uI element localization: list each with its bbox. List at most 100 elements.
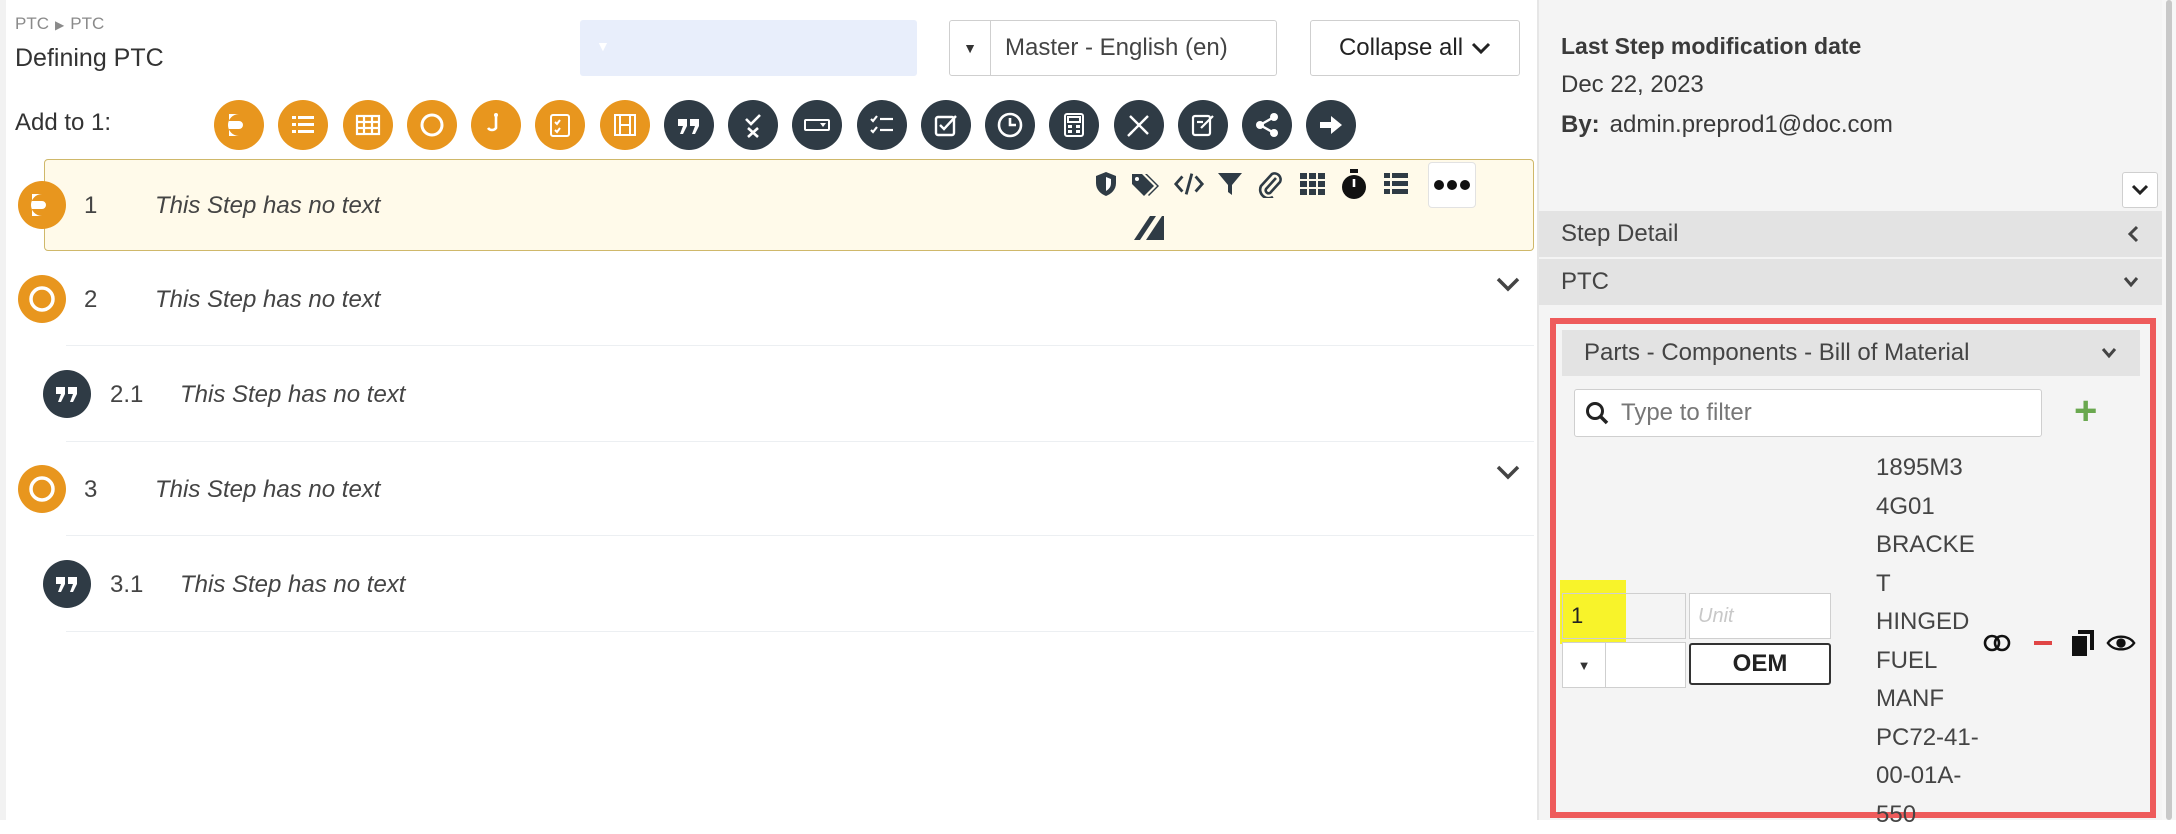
unit-select[interactable]: ▼ (1562, 642, 1686, 688)
step-text[interactable]: This Step has no text (180, 571, 405, 599)
paperclip-icon[interactable] (1254, 168, 1286, 200)
language-value: Master - English (en) (991, 34, 1228, 62)
language-select[interactable]: ▼ Master - English (en) (949, 20, 1277, 76)
row-divider (66, 441, 1534, 442)
table-icon[interactable] (343, 100, 393, 150)
clock-icon[interactable] (985, 100, 1035, 150)
filter-input[interactable] (1619, 398, 2023, 428)
page-title: Defining PTC (15, 44, 164, 73)
share-icon[interactable] (1242, 100, 1292, 150)
by-user: admin.preprod1@doc.com (1610, 111, 1893, 138)
step-text[interactable]: This Step has no text (155, 192, 380, 220)
breadcrumb-item[interactable]: PTC (70, 14, 104, 33)
part-line: FUEL (1876, 642, 1986, 681)
part-line: 1895M3 (1876, 449, 1986, 488)
part-line: 4G01 (1876, 488, 1986, 527)
row-divider (66, 631, 1534, 632)
chevron-down-icon[interactable] (1494, 458, 1522, 486)
parts-section-header[interactable]: Parts - Components - Bill of Material (1562, 330, 2140, 376)
ellipsis-icon (1433, 179, 1471, 191)
part-line: PC72-41- (1876, 719, 1986, 758)
step-text[interactable]: This Step has no text (180, 381, 405, 409)
copy-icon[interactable] (2068, 628, 2098, 658)
circle-step-icon (18, 275, 66, 323)
toggle-visibility-icon[interactable] (1982, 628, 2012, 658)
tags-icon[interactable] (1130, 168, 1162, 200)
chevron-down-icon (2122, 275, 2140, 289)
stopwatch-icon[interactable] (1338, 168, 1370, 200)
grid-icon[interactable] (1296, 168, 1328, 200)
left-edge (0, 0, 6, 820)
quote-step-icon (43, 370, 91, 418)
breadcrumb-item[interactable]: PTC (15, 14, 49, 33)
oem-button[interactable]: OEM (1689, 643, 1831, 685)
modified-by: By: admin.preprod1@doc.com (1561, 111, 1893, 139)
quote-step-icon (43, 560, 91, 608)
hook-icon[interactable] (471, 100, 521, 150)
add-part-button[interactable]: + (2074, 394, 2097, 428)
circle-icon[interactable] (407, 100, 457, 150)
panel-toggle-button[interactable] (2122, 172, 2158, 208)
section-title: PTC (1561, 268, 1609, 296)
code-icon[interactable] (1173, 168, 1205, 200)
edit-note-icon[interactable] (1178, 100, 1228, 150)
oem-label: OEM (1733, 650, 1788, 678)
part-line: T (1876, 565, 1986, 604)
caret-down-icon: ▼ (950, 21, 991, 75)
part-line: BRACKE (1876, 526, 1986, 565)
quantity-input[interactable] (1562, 593, 1686, 639)
filter-icon[interactable] (1214, 168, 1246, 200)
modification-label: Last Step modification date (1561, 33, 1861, 60)
caret-down-icon: ▼ (596, 38, 610, 54)
database-list-icon[interactable] (1380, 168, 1412, 200)
part-line: 550 (1876, 796, 1986, 834)
scrollbar-thumb[interactable] (2166, 0, 2172, 820)
ruler-pencil-icon[interactable] (1114, 100, 1164, 150)
ptc-section[interactable]: PTC (1539, 259, 2162, 305)
collapse-all-button[interactable]: Collapse all (1310, 20, 1520, 76)
step-icon[interactable] (214, 100, 264, 150)
step-number: 3.1 (110, 571, 143, 599)
step-icon (18, 181, 66, 229)
quote-icon[interactable] (664, 100, 714, 150)
check-x-icon[interactable] (728, 100, 778, 150)
circle-step-icon (18, 465, 66, 513)
chevron-left-icon (2126, 224, 2140, 244)
step-detail-section[interactable]: Step Detail (1539, 211, 2162, 257)
slash-tool-icon[interactable] (1130, 212, 1166, 242)
film-icon[interactable] (600, 100, 650, 150)
checklist-lines-icon[interactable] (857, 100, 907, 150)
remove-part-icon[interactable] (2028, 628, 2058, 658)
checkbox-icon[interactable] (921, 100, 971, 150)
modification-date: Dec 22, 2023 (1561, 71, 1704, 99)
list-icon[interactable] (278, 100, 328, 150)
by-label: By: (1561, 111, 1600, 138)
section-title: Parts - Components - Bill of Material (1584, 339, 1969, 367)
part-line: HINGED (1876, 603, 1986, 642)
unit-input[interactable] (1689, 593, 1831, 639)
chevron-down-icon[interactable] (1494, 270, 1522, 298)
step-text[interactable]: This Step has no text (155, 476, 380, 504)
shield-icon[interactable] (1090, 168, 1122, 200)
parts-filter[interactable] (1574, 389, 2042, 437)
calculator-icon[interactable] (1049, 100, 1099, 150)
collapse-all-label: Collapse all (1339, 34, 1463, 62)
part-description: 1895M3 4G01 BRACKE T HINGED FUEL MANF PC… (1876, 449, 1986, 834)
chevron-down-icon (2131, 183, 2149, 197)
chevron-down-icon (1471, 41, 1491, 55)
step-number: 1 (84, 192, 97, 220)
search-icon (1575, 400, 1619, 426)
step-number: 2 (84, 286, 97, 314)
breadcrumb: PTC ▶ PTC (15, 14, 104, 34)
more-options-button[interactable] (1428, 162, 1476, 208)
step-number: 2.1 (110, 381, 143, 409)
eye-icon[interactable] (2106, 628, 2136, 658)
step-text[interactable]: This Step has no text (155, 286, 380, 314)
breadcrumb-separator-icon: ▶ (55, 18, 64, 32)
checklist-icon[interactable] (535, 100, 585, 150)
version-select[interactable]: ▼ (580, 20, 917, 76)
caret-down-icon: ▼ (1563, 643, 1606, 687)
arrow-right-icon[interactable] (1306, 100, 1356, 150)
chevron-down-icon (2100, 346, 2118, 360)
input-field-icon[interactable] (792, 100, 842, 150)
